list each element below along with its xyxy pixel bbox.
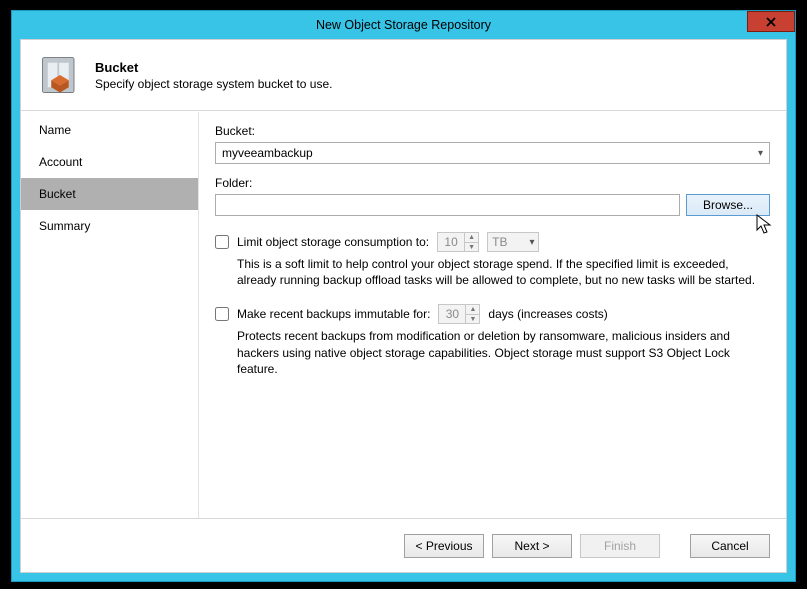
bucket-select[interactable]: myveeambackup ▾	[215, 142, 770, 164]
page-subtitle: Specify object storage system bucket to …	[95, 77, 332, 91]
finish-button: Finish	[580, 534, 660, 558]
spin-down-icon[interactable]: ▼	[466, 315, 479, 324]
wizard-footer: < Previous Next > Finish Cancel	[21, 518, 786, 572]
cancel-button[interactable]: Cancel	[690, 534, 770, 558]
limit-unit-select[interactable]: TB ▾	[487, 232, 539, 252]
immutable-row: Make recent backups immutable for: ▲ ▼ d…	[215, 304, 770, 324]
immutable-checkbox[interactable]	[215, 307, 229, 321]
next-button[interactable]: Next >	[492, 534, 572, 558]
wizard-nav: Name Account Bucket Summary	[21, 112, 199, 518]
browse-button[interactable]: Browse...	[686, 194, 770, 216]
title-bar[interactable]: New Object Storage Repository	[12, 11, 795, 39]
limit-spin-buttons[interactable]: ▲ ▼	[464, 233, 478, 251]
immutable-value-spinner[interactable]: ▲ ▼	[438, 304, 480, 324]
dialog-body: Bucket Specify object storage system buc…	[20, 39, 787, 573]
folder-input[interactable]	[215, 194, 680, 216]
limit-checkbox[interactable]	[215, 235, 229, 249]
header-text: Bucket Specify object storage system buc…	[95, 60, 332, 91]
limit-row: Limit object storage consumption to: ▲ ▼…	[215, 232, 770, 252]
close-button[interactable]	[747, 11, 795, 32]
immutable-value-input[interactable]	[439, 305, 465, 323]
immutable-suffix: days (increases costs)	[488, 307, 607, 321]
window-title: New Object Storage Repository	[316, 18, 491, 32]
content-pane: Bucket: myveeambackup ▾ Folder: Browse..…	[199, 112, 786, 518]
limit-value-input[interactable]	[438, 233, 464, 251]
immutable-label: Make recent backups immutable for:	[237, 307, 430, 321]
bucket-icon	[39, 54, 81, 96]
chevron-down-icon: ▾	[758, 148, 763, 159]
spin-up-icon[interactable]: ▲	[465, 233, 478, 243]
nav-item-bucket[interactable]: Bucket	[21, 178, 198, 210]
nav-item-account[interactable]: Account	[21, 146, 198, 178]
spin-up-icon[interactable]: ▲	[466, 305, 479, 315]
limit-unit-value: TB	[492, 235, 507, 249]
immutable-help-text: Protects recent backups from modificatio…	[237, 328, 770, 377]
spin-down-icon[interactable]: ▼	[465, 243, 478, 252]
limit-help-text: This is a soft limit to help control you…	[237, 256, 770, 288]
nav-item-name[interactable]: Name	[21, 114, 198, 146]
dialog-window: New Object Storage Repository Bucket Spe…	[11, 10, 796, 582]
page-title: Bucket	[95, 60, 332, 75]
limit-label: Limit object storage consumption to:	[237, 235, 429, 249]
limit-value-spinner[interactable]: ▲ ▼	[437, 232, 479, 252]
page-header: Bucket Specify object storage system buc…	[21, 40, 786, 111]
nav-item-summary[interactable]: Summary	[21, 210, 198, 242]
close-icon	[766, 17, 776, 27]
bucket-label: Bucket:	[215, 124, 770, 138]
previous-button[interactable]: < Previous	[404, 534, 484, 558]
bucket-value: myveeambackup	[222, 146, 313, 160]
immutable-spin-buttons[interactable]: ▲ ▼	[465, 305, 479, 323]
folder-label: Folder:	[215, 176, 770, 190]
chevron-down-icon: ▾	[529, 237, 534, 248]
